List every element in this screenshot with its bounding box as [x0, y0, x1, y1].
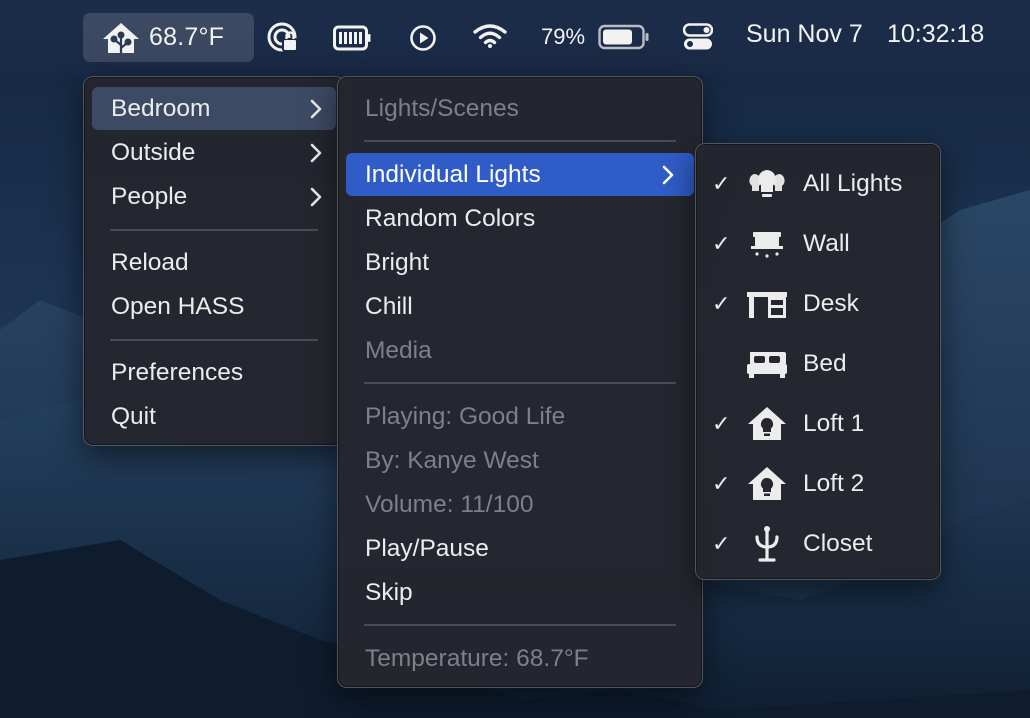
menu-item-open-hass[interactable]: Open HASS [92, 285, 336, 328]
menu-item-label: Outside [111, 138, 196, 166]
light-item-loft-2[interactable]: ✓ Loft 2 [704, 462, 932, 506]
light-label: Wall [803, 230, 850, 257]
menu-item-label: Random Colors [365, 204, 536, 232]
checkmark-icon: ✓ [712, 531, 731, 556]
lightbulb-group-icon [749, 170, 785, 197]
menu-item-label: Reload [111, 248, 189, 276]
menubar-clock[interactable]: 10:32:18 [887, 20, 984, 49]
menu-item-label: By: Kanye West [365, 446, 539, 474]
bedroom-submenu: Lights/Scenes Individual Lights Random C… [337, 76, 703, 688]
light-item-loft-1[interactable]: ✓ Loft 1 [704, 402, 932, 446]
menu-item-preferences[interactable]: Preferences [92, 351, 336, 394]
home-assistant-status-item[interactable]: 68.7°F [83, 13, 254, 62]
light-item-all-lights[interactable]: ✓ All Lights [704, 162, 932, 206]
home-assistant-icon [101, 21, 141, 60]
menu-bar: 68.7°F 79% Sun Nov 7 10:32:18 [0, 0, 1030, 74]
airplay-lock-icon[interactable] [266, 21, 300, 55]
light-item-wall[interactable]: ✓ Wall [704, 222, 932, 266]
menu-item-bedroom[interactable]: Bedroom [92, 87, 336, 130]
media-volume: Volume: 11/100 [346, 483, 694, 526]
light-item-bed[interactable]: Bed [704, 342, 932, 386]
section-header-lights-scenes: Lights/Scenes [346, 87, 694, 130]
menu-item-label: Skip [365, 578, 413, 606]
section-header-media: Media [346, 329, 694, 372]
menubar-temperature: 68.7°F [149, 23, 225, 51]
checkmark-icon: ✓ [712, 291, 731, 316]
wifi-icon[interactable] [473, 23, 507, 49]
light-label: Bed [803, 350, 847, 377]
menu-item-label: Chill [365, 292, 413, 320]
menu-item-random-colors[interactable]: Random Colors [346, 197, 694, 240]
menu-item-label: Quit [111, 402, 156, 430]
menu-item-chill[interactable]: Chill [346, 285, 694, 328]
checkmark-icon: ✓ [712, 471, 731, 496]
menu-item-quit[interactable]: Quit [92, 395, 336, 438]
home-lightbulb-icon [748, 467, 786, 500]
wall-sconce-icon [751, 232, 783, 258]
menubar-date[interactable]: Sun Nov 7 [746, 20, 863, 49]
menu-item-label: Preferences [111, 358, 244, 386]
chevron-right-icon [662, 165, 674, 185]
menu-item-outside[interactable]: Outside [92, 131, 336, 174]
battery-percentage: 79% [541, 24, 586, 49]
menu-item-reload[interactable]: Reload [92, 241, 336, 284]
temperature-reading: Temperature: 68.7°F [346, 637, 694, 680]
menu-item-label: Bedroom [111, 94, 211, 122]
media-now-playing: Playing: Good Life [346, 395, 694, 438]
individual-lights-submenu: ✓ All Lights ✓ Wall ✓ Desk Bed ✓ Loft 1 … [695, 143, 941, 580]
coat-rack-icon [755, 526, 779, 562]
checkmark-icon: ✓ [712, 231, 731, 256]
menu-item-label: Playing: Good Life [365, 402, 566, 430]
menu-item-label: Play/Pause [365, 534, 489, 562]
chevron-right-icon [310, 143, 322, 163]
chevron-right-icon [310, 187, 322, 207]
menu-item-label: Bright [365, 248, 430, 276]
home-lightbulb-icon [748, 407, 786, 440]
menu-item-label: Individual Lights [365, 160, 541, 188]
battery-icon[interactable] [598, 24, 650, 50]
bed-icon [747, 352, 787, 378]
light-label: Desk [803, 290, 859, 317]
light-item-desk[interactable]: ✓ Desk [704, 282, 932, 326]
battery-status-icon[interactable] [333, 25, 371, 51]
play-circle-icon[interactable] [409, 24, 437, 52]
menu-separator [364, 140, 676, 142]
home-assistant-menu: Bedroom Outside People Reload Open HASS … [83, 76, 345, 446]
menu-item-label: Lights/Scenes [365, 94, 519, 122]
chevron-right-icon [310, 99, 322, 119]
light-item-closet[interactable]: ✓ Closet [704, 522, 932, 566]
menu-item-label: Media [365, 336, 432, 364]
menu-item-label: Temperature: 68.7°F [365, 644, 589, 672]
light-label: Loft 2 [803, 470, 865, 497]
light-label: Closet [803, 530, 873, 557]
menu-item-label: Volume: 11/100 [365, 490, 534, 518]
control-center-icon[interactable] [683, 23, 713, 51]
menu-item-bright[interactable]: Bright [346, 241, 694, 284]
menu-item-skip[interactable]: Skip [346, 571, 694, 614]
menu-item-label: Open HASS [111, 292, 245, 320]
menu-separator [110, 339, 318, 341]
checkmark-icon: ✓ [712, 411, 731, 436]
desk-icon [747, 292, 787, 318]
light-label: All Lights [803, 170, 903, 197]
menu-item-people[interactable]: People [92, 175, 336, 218]
menu-separator [364, 382, 676, 384]
menu-item-label: People [111, 182, 188, 210]
checkmark-icon: ✓ [712, 171, 731, 196]
light-label: Loft 1 [803, 410, 865, 437]
media-artist: By: Kanye West [346, 439, 694, 482]
menu-item-play-pause[interactable]: Play/Pause [346, 527, 694, 570]
menu-item-individual-lights[interactable]: Individual Lights [346, 153, 694, 196]
menu-separator [110, 229, 318, 231]
menu-separator [364, 624, 676, 626]
